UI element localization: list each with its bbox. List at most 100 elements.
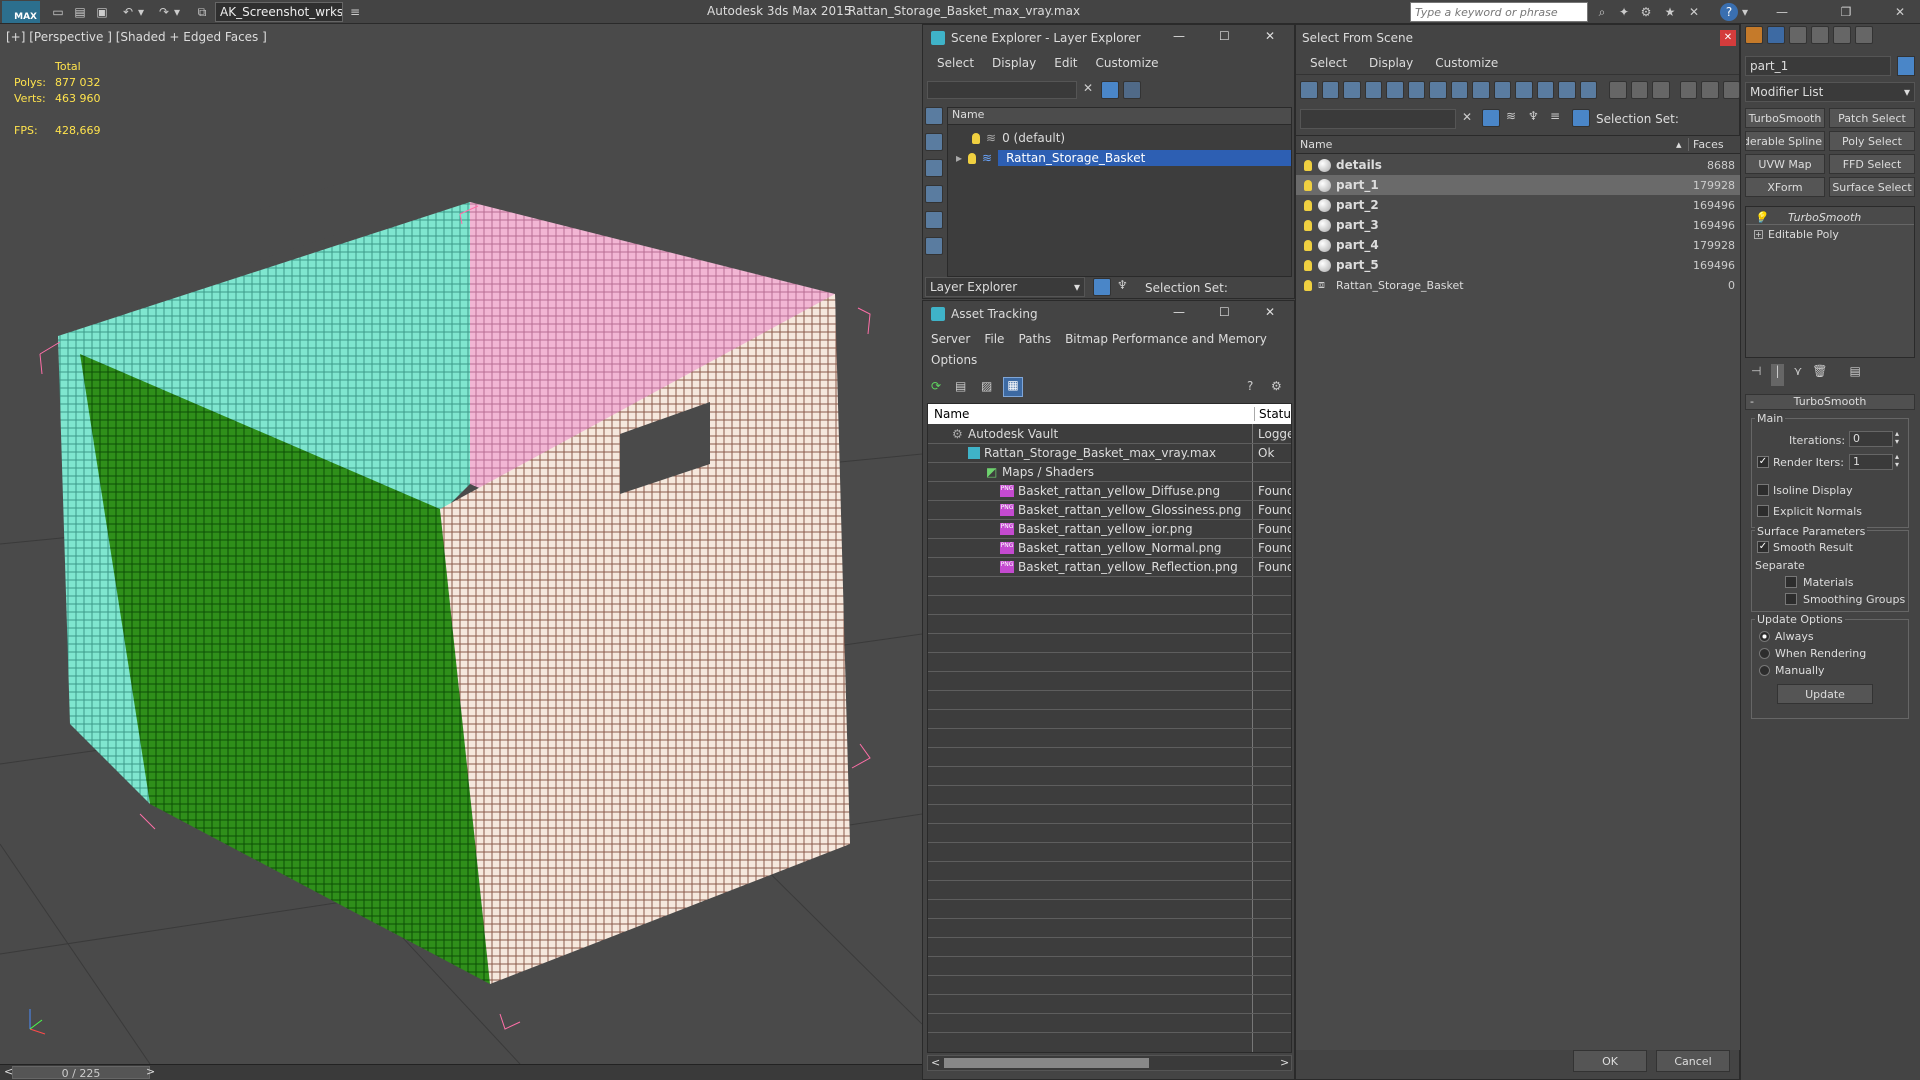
poly-select-button[interactable]: Poly Select bbox=[1829, 131, 1915, 151]
object-row[interactable]: details 8688 bbox=[1296, 155, 1741, 175]
object-row[interactable]: part_4 179928 bbox=[1296, 235, 1741, 255]
iterations-spinner[interactable]: 0 bbox=[1849, 431, 1893, 447]
materials-checkbox[interactable] bbox=[1785, 576, 1797, 588]
menu-select[interactable]: Select bbox=[1310, 56, 1347, 70]
expand-arrow-icon[interactable]: ▸ bbox=[956, 151, 962, 165]
expand-plus-icon[interactable]: + bbox=[1754, 230, 1763, 239]
app-logo-icon[interactable]: MAX bbox=[2, 1, 40, 23]
close-icon[interactable]: ✕ bbox=[1265, 29, 1275, 43]
help-icon[interactable]: ? bbox=[1720, 3, 1738, 21]
name-search-input[interactable] bbox=[1300, 109, 1456, 129]
time-next-icon[interactable]: > bbox=[146, 1065, 155, 1078]
asset-row[interactable]: PNG Basket_rattan_yellow_Reflection.png … bbox=[928, 557, 1291, 577]
asset-row[interactable]: ⚙ Autodesk Vault Logged bbox=[928, 424, 1291, 444]
layer-row[interactable]: ≋ 0 (default) bbox=[948, 128, 1291, 148]
visibility-bulb-icon[interactable] bbox=[1304, 199, 1312, 211]
help-icon[interactable]: ? bbox=[1247, 379, 1253, 393]
ffd-select-button[interactable]: FFD Select bbox=[1829, 154, 1915, 174]
when-rendering-radio[interactable] bbox=[1759, 648, 1770, 659]
select-all-icon[interactable] bbox=[1609, 81, 1627, 99]
object-row[interactable]: part_2 169496 bbox=[1296, 195, 1741, 215]
display-shapes-icon[interactable] bbox=[1343, 81, 1361, 99]
turbosmooth-button[interactable]: TurboSmooth bbox=[1745, 108, 1825, 128]
asset-row[interactable]: PNG Basket_rattan_yellow_Normal.png Foun… bbox=[928, 538, 1291, 558]
visibility-bulb-icon[interactable] bbox=[1304, 239, 1312, 251]
menu-customize[interactable]: Customize bbox=[1096, 56, 1159, 70]
explicit-normals-checkbox[interactable] bbox=[1757, 505, 1769, 517]
connect-icon[interactable]: ⚙ bbox=[1636, 3, 1656, 21]
binoculars-icon[interactable]: ⌕ bbox=[1592, 3, 1612, 21]
scroll-right-icon[interactable]: > bbox=[1280, 1056, 1289, 1069]
surface-select-button[interactable]: Surface Select bbox=[1829, 177, 1915, 197]
asset-row[interactable]: ◩ Maps / Shaders bbox=[928, 462, 1291, 482]
display-helpers-icon[interactable] bbox=[1407, 81, 1425, 99]
minimize-icon[interactable]: — bbox=[1173, 29, 1185, 43]
display-xrefs-icon[interactable] bbox=[1472, 81, 1490, 99]
display-geometry-icon[interactable] bbox=[1321, 81, 1339, 99]
refresh-icon[interactable]: ⟳ bbox=[931, 379, 941, 393]
maximize-icon[interactable]: ☐ bbox=[1219, 305, 1230, 319]
display-all-icon[interactable] bbox=[925, 107, 943, 125]
filter-icon[interactable] bbox=[1101, 81, 1119, 99]
project-folder-icon[interactable]: ⧉ bbox=[192, 3, 212, 21]
display-containers-icon[interactable] bbox=[1515, 81, 1533, 99]
display-groups-icon[interactable] bbox=[1450, 81, 1468, 99]
thumbnail-view-icon[interactable]: ▨ bbox=[981, 379, 992, 393]
filter-icon[interactable] bbox=[1482, 109, 1500, 127]
smooth-result-checkbox[interactable]: ✓ bbox=[1757, 541, 1769, 553]
xform-button[interactable]: XForm bbox=[1745, 177, 1825, 197]
object-color-swatch[interactable] bbox=[1897, 56, 1915, 76]
column-header-name[interactable]: Name bbox=[948, 108, 1291, 125]
stack-item-editable-poly[interactable]: + Editable Poly bbox=[1746, 224, 1914, 244]
cancel-button[interactable]: Cancel bbox=[1656, 1050, 1730, 1072]
layer-options-icon[interactable] bbox=[1123, 81, 1141, 99]
column-header-faces[interactable]: Faces bbox=[1688, 138, 1724, 151]
menu-customize[interactable]: Customize bbox=[1435, 56, 1498, 70]
column-header-name[interactable]: Name bbox=[934, 407, 969, 421]
display-last-icon[interactable] bbox=[1579, 81, 1597, 99]
favorites-icon[interactable]: ★ bbox=[1660, 3, 1680, 21]
isoline-display-checkbox[interactable] bbox=[1757, 484, 1769, 496]
menu-select[interactable]: Select bbox=[937, 56, 974, 70]
menu-display[interactable]: Display bbox=[1369, 56, 1413, 70]
visibility-bulb-icon[interactable] bbox=[972, 132, 980, 144]
render-iters-checkbox[interactable]: ✓ bbox=[1757, 456, 1769, 468]
list-view-icon[interactable]: ▤ bbox=[955, 379, 966, 393]
menu-bitmap-performance[interactable]: Bitmap Performance and Memory bbox=[1065, 332, 1267, 346]
render-iters-spinner[interactable]: 1 bbox=[1849, 454, 1893, 470]
selection-set-icon[interactable] bbox=[1572, 109, 1590, 127]
tools-icon[interactable]: ✦ bbox=[1614, 3, 1634, 21]
display-lights-icon[interactable] bbox=[1364, 81, 1382, 99]
modify-tab-icon[interactable] bbox=[1767, 26, 1785, 44]
undo-dropdown-icon[interactable]: ▾ bbox=[136, 3, 146, 21]
column-header-name[interactable]: Name bbox=[1300, 138, 1332, 151]
uvw-map-button[interactable]: UVW Map bbox=[1745, 154, 1825, 174]
configure-sets-icon[interactable]: ▤ bbox=[1850, 364, 1861, 386]
close-icon[interactable]: ✕ bbox=[1265, 305, 1275, 319]
new-file-icon[interactable]: ▭ bbox=[48, 3, 68, 21]
horizontal-scrollbar[interactable]: < > bbox=[927, 1055, 1292, 1071]
close-x-icon[interactable]: ✕ bbox=[1684, 3, 1704, 21]
maximize-icon[interactable]: ❐ bbox=[1836, 3, 1856, 21]
layer-explorer-dropdown[interactable]: Layer Explorer ▾ bbox=[925, 277, 1085, 297]
column-header-status[interactable]: Status bbox=[1254, 407, 1291, 421]
save-icon[interactable]: ▣ bbox=[92, 3, 112, 21]
maximize-icon[interactable]: ☐ bbox=[1219, 29, 1230, 43]
time-slider[interactable]: < 0 / 225 > bbox=[0, 1064, 922, 1080]
redo-dropdown-icon[interactable]: ▾ bbox=[172, 3, 182, 21]
menu-options[interactable]: Options bbox=[931, 353, 977, 367]
perspective-viewport[interactable]: [+] [Perspective ] [Shaded + Edged Faces… bbox=[0, 24, 922, 1064]
hierarchy-icon[interactable]: ♆ bbox=[1117, 278, 1128, 292]
patch-select-button[interactable]: Patch Select bbox=[1829, 108, 1915, 128]
visibility-bulb-icon[interactable] bbox=[1304, 179, 1312, 191]
asset-row[interactable]: PNG Basket_rattan_yellow_ior.png Found bbox=[928, 519, 1291, 539]
menu-display[interactable]: Display bbox=[992, 56, 1036, 70]
hierarchy-tab-icon[interactable] bbox=[1789, 26, 1807, 44]
display-layers-icon[interactable] bbox=[925, 237, 943, 255]
display-helpers-icon[interactable] bbox=[925, 211, 943, 229]
help-dropdown-icon[interactable]: ▾ bbox=[1740, 3, 1750, 21]
visibility-bulb-icon[interactable] bbox=[1304, 219, 1312, 231]
filter-funnel-icon[interactable] bbox=[1679, 81, 1697, 99]
minimize-icon[interactable]: — bbox=[1173, 305, 1185, 319]
visibility-bulb-icon[interactable] bbox=[968, 152, 977, 164]
